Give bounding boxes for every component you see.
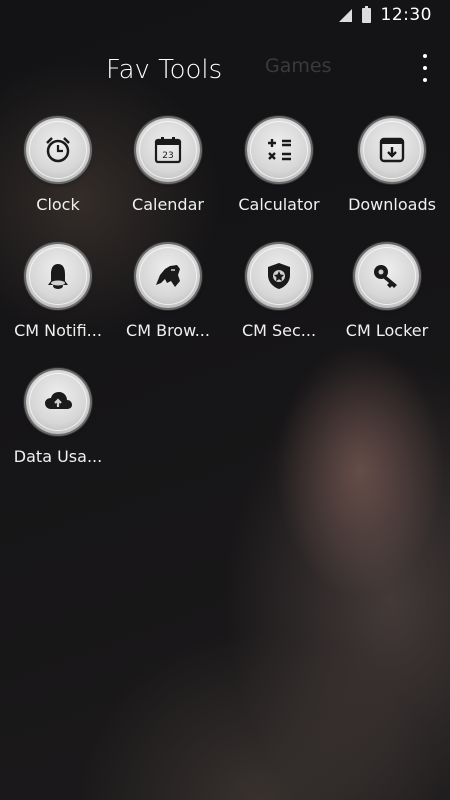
app-cm-browser[interactable]: CM Brow... bbox=[113, 244, 223, 340]
calculator-icon bbox=[247, 118, 311, 182]
download-icon bbox=[360, 118, 424, 182]
app-label: Clock bbox=[36, 195, 80, 214]
key-icon bbox=[355, 244, 419, 308]
app-data-usage[interactable]: Data Usa... bbox=[3, 370, 113, 466]
app-cm-locker[interactable]: CM Locker bbox=[332, 244, 442, 340]
cloud-upload-icon bbox=[26, 370, 90, 434]
app-downloads[interactable]: Downloads bbox=[337, 118, 447, 214]
app-cm-notifi[interactable]: CM Notifi... bbox=[3, 244, 113, 340]
folder-tabs: Fav Tools Games bbox=[0, 50, 450, 90]
app-clock[interactable]: Clock bbox=[3, 118, 113, 214]
app-cm-security[interactable]: CM Sec... bbox=[224, 244, 334, 340]
app-label: Data Usa... bbox=[13, 447, 103, 466]
bell-icon bbox=[26, 244, 90, 308]
alarm-clock-icon bbox=[26, 118, 90, 182]
app-label: CM Brow... bbox=[126, 321, 210, 340]
tab-games[interactable]: Games bbox=[265, 55, 331, 77]
panther-icon bbox=[136, 244, 200, 308]
app-label: CM Notifi... bbox=[14, 321, 102, 340]
status-time: 12:30 bbox=[380, 5, 432, 25]
app-label: CM Sec... bbox=[241, 321, 317, 340]
calendar-day: 23 bbox=[162, 151, 173, 161]
app-calendar[interactable]: 23 Calendar bbox=[113, 118, 223, 214]
signal-icon bbox=[338, 8, 352, 22]
app-label: CM Locker bbox=[345, 321, 429, 340]
tab-fav-tools[interactable]: Fav Tools bbox=[106, 55, 222, 85]
police-badge-icon bbox=[247, 244, 311, 308]
app-calculator[interactable]: Calculator bbox=[224, 118, 334, 214]
overflow-menu-icon[interactable] bbox=[420, 54, 430, 82]
app-label: Downloads bbox=[348, 195, 436, 214]
calendar-icon: 23 bbox=[136, 118, 200, 182]
app-label: Calculator bbox=[238, 195, 320, 214]
battery-icon bbox=[361, 5, 371, 23]
app-label: Calendar bbox=[132, 195, 204, 214]
status-bar: 12:30 bbox=[0, 0, 450, 30]
